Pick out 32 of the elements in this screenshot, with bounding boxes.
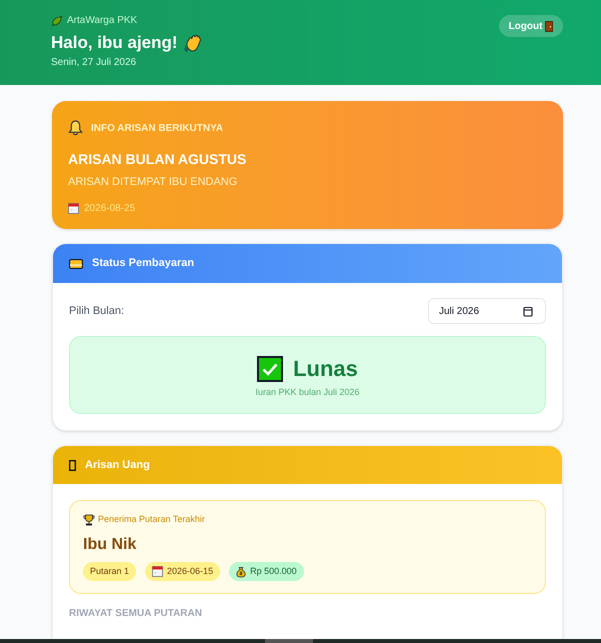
check-mark-icon [257,356,284,382]
calendar-icon [68,202,79,214]
calendar-icon [523,306,533,316]
card-title: Arisan Uang [85,458,150,473]
history-heading: RIWAYAT SEMUA PUTARAN [69,607,203,621]
status-label: Lunas [293,355,358,383]
info-badge: Putaran 1 [83,562,136,581]
money-bag-icon [236,566,246,578]
greeting-heading: Halo, ibu ajeng! [51,32,178,54]
recipient-label: Penerima Putaran Terakhir [98,513,205,526]
recipient-name: Ibu Nik [83,535,138,555]
waving-hand-icon [184,33,204,53]
card-label: INFO ARISAN BERIKUTNYA [91,122,224,136]
leaf-icon [51,15,63,27]
door-icon [545,20,554,32]
calendar-icon [152,566,164,577]
info-badge: 2026-06-15 [145,562,220,581]
missing-glyph-icon [69,460,76,470]
month-field[interactable]: Juli 2026 [428,298,546,324]
brand-name: ArtaWarga PKK [67,14,138,28]
credit-card-icon [69,258,83,268]
arisan-date: 2026-08-25 [84,202,136,216]
status-note: Iuran PKK bulan Juli 2026 [255,386,360,398]
arisan-location: ARISAN DITEMPAT IBU ENDANG [68,175,238,190]
month-label: Pilih Bulan: [69,304,124,319]
current-date: Senin, 27 Juli 2026 [51,56,138,70]
trophy-icon [83,514,95,526]
scrollbar-thumb[interactable] [265,639,313,643]
bell-icon [68,120,83,136]
info-badge: Rp 500.000 [229,562,304,581]
arisan-title: ARISAN BULAN AGUSTUS [68,150,248,169]
card-title: Status Pembayaran [92,256,194,272]
